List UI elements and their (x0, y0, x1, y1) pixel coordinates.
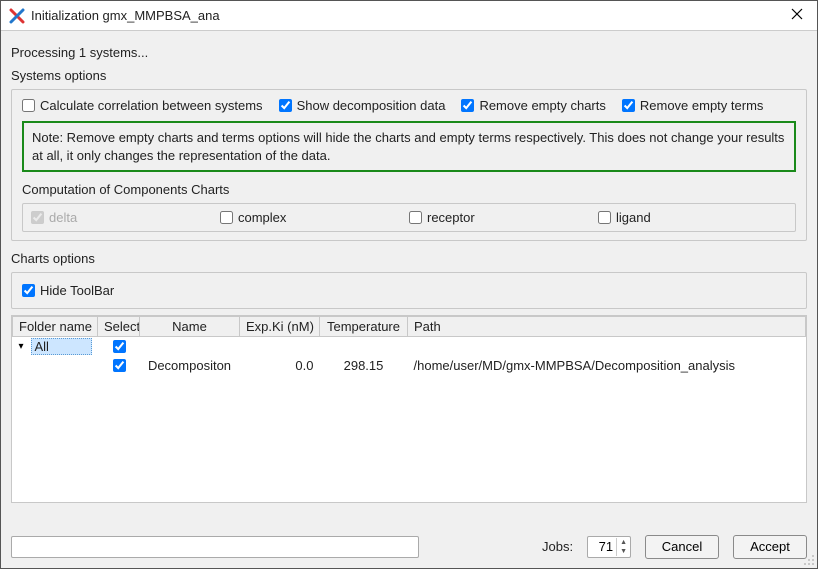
note-box: Note: Remove empty charts and terms opti… (22, 121, 796, 172)
chk-correlation-label: Calculate correlation between systems (40, 98, 263, 113)
table-header-row: Folder name Select Name Exp.Ki (nM) Temp… (13, 317, 806, 337)
systems-table[interactable]: Folder name Select Name Exp.Ki (nM) Temp… (12, 316, 806, 375)
chk-ligand-box[interactable] (598, 211, 611, 224)
row-temp: 298.15 (320, 356, 408, 375)
chk-remove-empty-terms-label: Remove empty terms (640, 98, 764, 113)
chk-hide-toolbar-label: Hide ToolBar (40, 283, 114, 298)
tree-root-row[interactable]: ▾ All (13, 337, 806, 357)
close-icon (791, 8, 803, 20)
hdr-folder[interactable]: Folder name (13, 317, 98, 337)
resize-grip-icon[interactable] (801, 552, 815, 566)
app-icon (9, 8, 25, 24)
processing-status: Processing 1 systems... (11, 45, 807, 60)
chk-complex[interactable]: complex (220, 210, 409, 225)
chk-remove-empty-charts-box[interactable] (461, 99, 474, 112)
tree-root-label[interactable]: All (31, 338, 92, 355)
chk-complex-box[interactable] (220, 211, 233, 224)
chk-ligand[interactable]: ligand (598, 210, 787, 225)
systems-options-panel: Calculate correlation between systems Sh… (11, 89, 807, 241)
accept-button[interactable]: Accept (733, 535, 807, 559)
hdr-select[interactable]: Select (98, 317, 140, 337)
chk-delta-box (31, 211, 44, 224)
components-label: Computation of Components Charts (22, 182, 796, 197)
systems-options-label: Systems options (11, 68, 807, 83)
titlebar: Initialization gmx_MMPBSA_ana (1, 1, 817, 31)
filter-input[interactable] (11, 536, 419, 558)
chk-receptor-label: receptor (427, 210, 475, 225)
cancel-button[interactable]: Cancel (645, 535, 719, 559)
charts-options-panel: Hide ToolBar (11, 272, 807, 309)
chk-complex-label: complex (238, 210, 286, 225)
row-select[interactable] (113, 359, 126, 372)
chk-hide-toolbar-box[interactable] (22, 284, 35, 297)
table-row[interactable]: Decompositon 0.0 298.15 /home/user/MD/gm… (13, 356, 806, 375)
chk-correlation-box[interactable] (22, 99, 35, 112)
systems-table-panel: Folder name Select Name Exp.Ki (nM) Temp… (11, 315, 807, 503)
charts-options-label: Charts options (11, 251, 807, 266)
chk-show-decomp-box[interactable] (279, 99, 292, 112)
chk-delta-label: delta (49, 210, 77, 225)
chk-remove-empty-charts[interactable]: Remove empty charts (461, 98, 605, 113)
chk-delta: delta (31, 210, 220, 225)
spin-down-icon[interactable]: ▼ (617, 547, 630, 556)
hdr-expki[interactable]: Exp.Ki (nM) (240, 317, 320, 337)
tree-root-select[interactable] (113, 340, 126, 353)
chk-receptor[interactable]: receptor (409, 210, 598, 225)
jobs-spinbox[interactable]: ▲ ▼ (587, 536, 631, 558)
jobs-value[interactable] (588, 539, 616, 554)
row-expki: 0.0 (240, 356, 320, 375)
jobs-label: Jobs: (542, 539, 573, 554)
chk-remove-empty-charts-label: Remove empty charts (479, 98, 605, 113)
row-path: /home/user/MD/gmx-MMPBSA/Decomposition_a… (408, 356, 806, 375)
window-title: Initialization gmx_MMPBSA_ana (31, 8, 785, 23)
chk-receptor-box[interactable] (409, 211, 422, 224)
bottom-bar: Jobs: ▲ ▼ Cancel Accept (1, 524, 817, 568)
spin-up-icon[interactable]: ▲ (617, 538, 630, 547)
close-button[interactable] (785, 7, 809, 25)
hdr-temp[interactable]: Temperature (320, 317, 408, 337)
chk-ligand-label: ligand (616, 210, 651, 225)
chk-hide-toolbar[interactable]: Hide ToolBar (22, 283, 796, 298)
tree-expand-icon[interactable]: ▾ (19, 341, 29, 352)
chk-remove-empty-terms-box[interactable] (622, 99, 635, 112)
hdr-name[interactable]: Name (140, 317, 240, 337)
chk-show-decomp-label: Show decomposition data (297, 98, 446, 113)
chk-correlation[interactable]: Calculate correlation between systems (22, 98, 263, 113)
chk-remove-empty-terms[interactable]: Remove empty terms (622, 98, 764, 113)
hdr-path[interactable]: Path (408, 317, 806, 337)
components-panel: delta complex receptor ligand (22, 203, 796, 232)
row-name: Decompositon (140, 356, 240, 375)
chk-show-decomp[interactable]: Show decomposition data (279, 98, 446, 113)
